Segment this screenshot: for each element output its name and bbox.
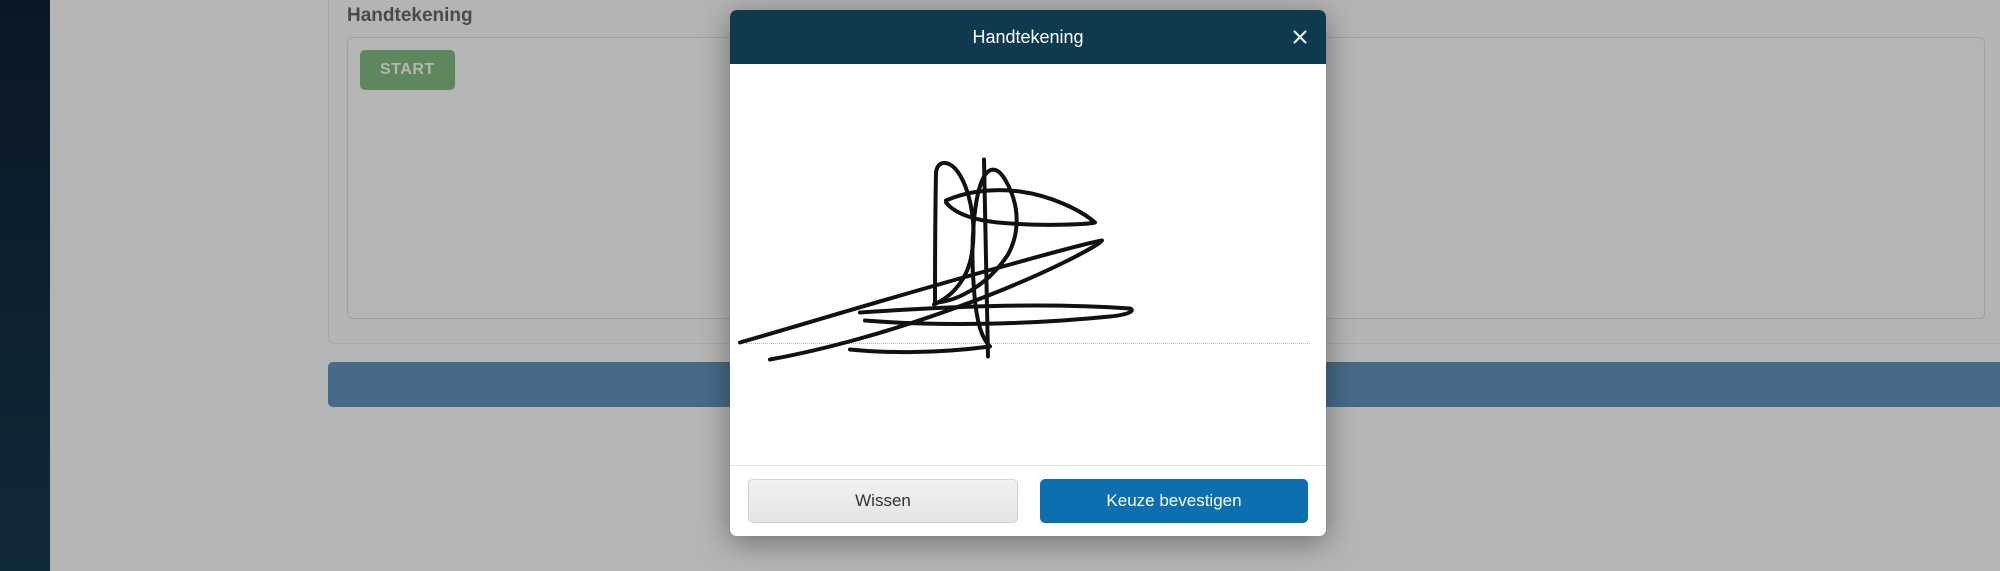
clear-button[interactable]: Wissen	[748, 479, 1018, 523]
close-icon[interactable]	[1288, 25, 1312, 49]
signature-modal: Handtekening Wissen Keuze bevestigen	[730, 10, 1326, 536]
confirm-button[interactable]: Keuze bevestigen	[1040, 479, 1308, 523]
modal-title: Handtekening	[972, 27, 1083, 48]
signature-stroke	[730, 64, 1326, 465]
modal-header: Handtekening	[730, 10, 1326, 64]
left-rail	[0, 0, 50, 571]
modal-footer: Wissen Keuze bevestigen	[730, 466, 1326, 536]
signature-canvas[interactable]	[730, 64, 1326, 466]
